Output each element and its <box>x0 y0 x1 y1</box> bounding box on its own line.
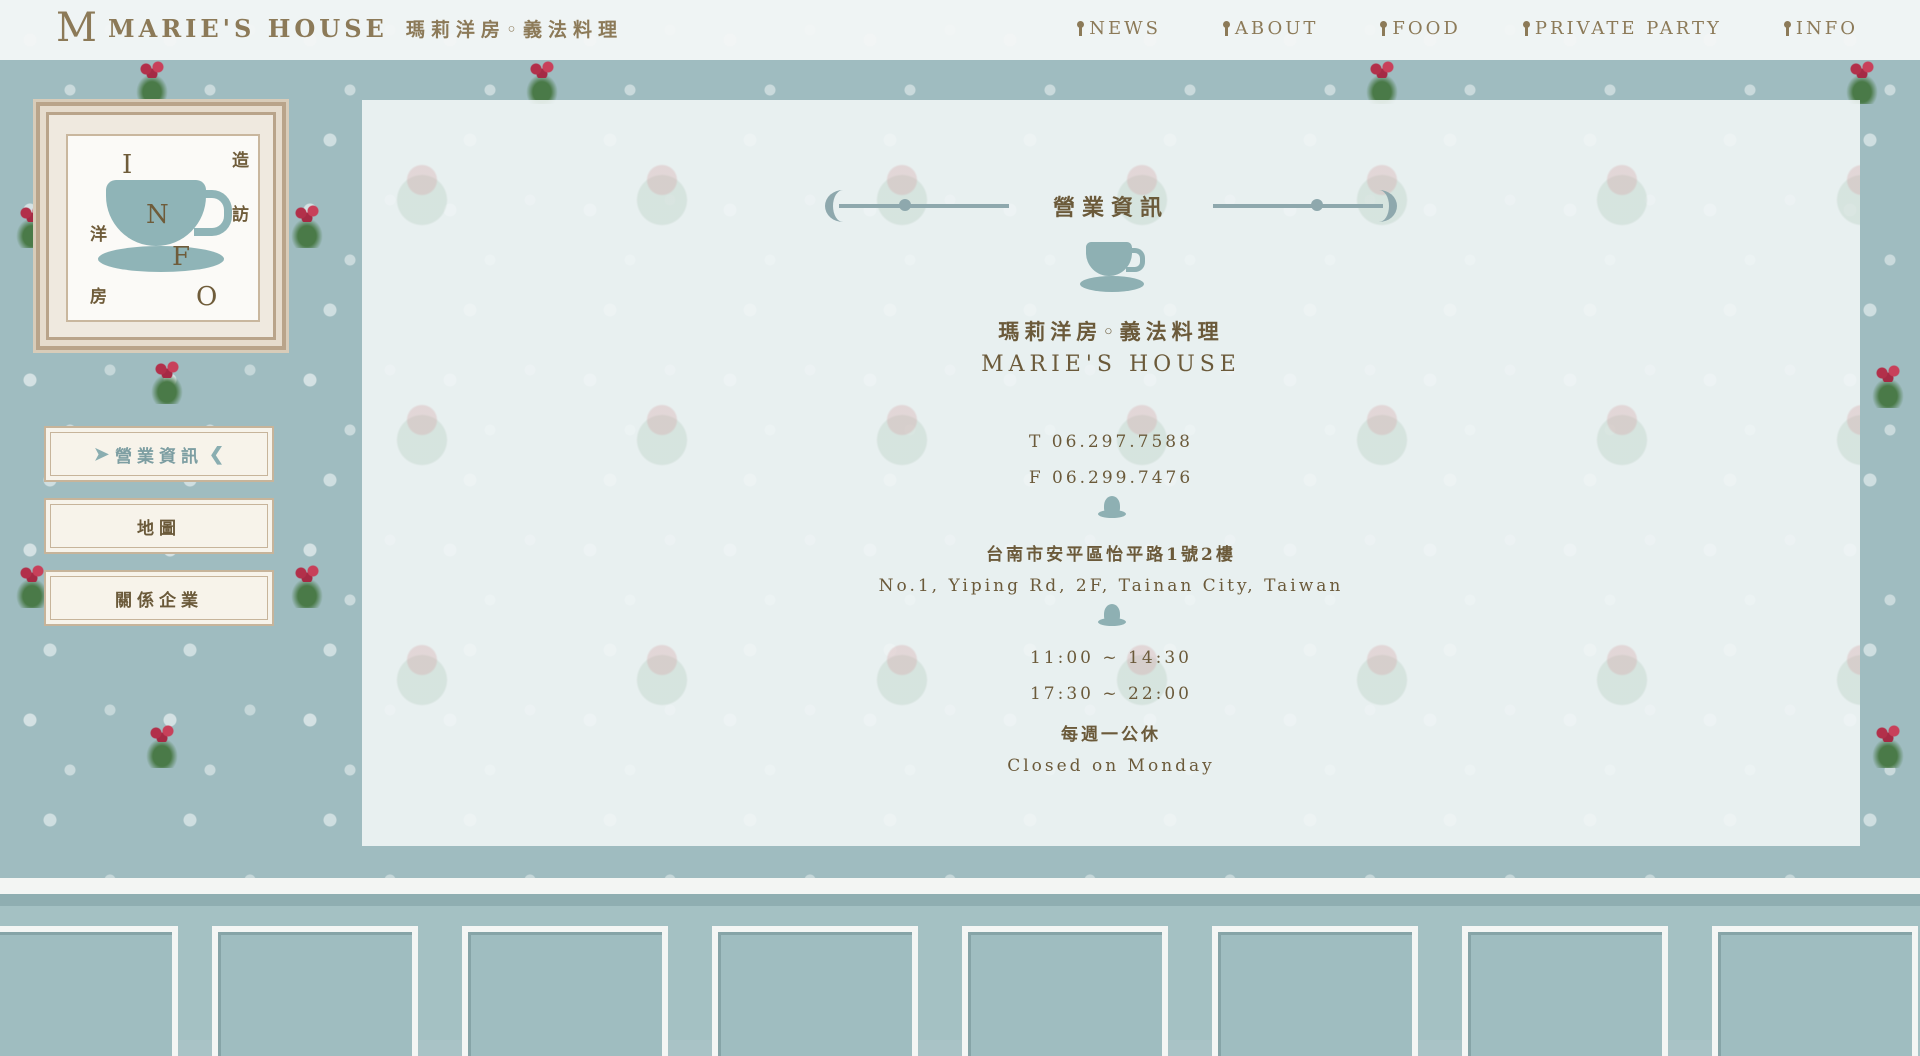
teacup-icon <box>1080 242 1146 300</box>
keyhole-icon <box>1783 20 1791 37</box>
sidebar-business-info-button[interactable]: ➤ 營業資訊 ❮ <box>44 426 274 482</box>
chair-rail-shadow <box>0 894 1920 906</box>
frame-zh-char: 房 <box>90 287 107 307</box>
wainscot-box <box>1212 926 1418 1056</box>
chair-rail <box>0 878 1920 894</box>
lunch-hours: 11:00 ~ 14:30 <box>1029 648 1193 668</box>
nav-label: FOOD <box>1392 18 1461 39</box>
main-nav: NEWS ABOUT FOOD PRIVATE PARTY INFO <box>1015 18 1858 39</box>
right-flourish-icon <box>1213 190 1397 222</box>
logo-mark: M <box>56 5 97 51</box>
nav-about[interactable]: ABOUT <box>1222 18 1319 39</box>
arrow-ornament-icon: ➤ <box>93 443 109 465</box>
fax-number: F 06.299.7476 <box>1028 468 1194 488</box>
wainscot-box <box>462 926 668 1056</box>
wainscot-box <box>1462 926 1668 1056</box>
sidebar-button-label: 關係企業 <box>115 590 203 611</box>
nav-label: INFO <box>1795 18 1858 39</box>
teacup-icon <box>98 180 232 280</box>
wainscot-box <box>1712 926 1918 1056</box>
wainscot-box <box>0 926 178 1056</box>
nav-food[interactable]: FOOD <box>1380 18 1460 39</box>
rose-ornament <box>1866 360 1910 416</box>
address-zh: 台南市安平區怡平路1號2樓 <box>986 545 1236 565</box>
nav-private-party[interactable]: PRIVATE PARTY <box>1522 18 1722 39</box>
dinner-hours: 17:30 ~ 22:00 <box>1029 684 1193 704</box>
nav-news[interactable]: NEWS <box>1077 18 1161 39</box>
frame-letter-o: O <box>196 282 218 312</box>
sidebar-affiliates-button[interactable]: 關係企業 <box>44 570 274 626</box>
keyhole-icon <box>1077 20 1085 37</box>
nav-label: PRIVATE PARTY <box>1534 18 1722 39</box>
frame-letter-i: I <box>122 150 133 180</box>
keyhole-icon <box>1222 20 1230 37</box>
wainscot-box <box>962 926 1168 1056</box>
site-logo[interactable]: M MARIE'S HOUSE 瑪莉洋房◦義法料理 <box>56 8 623 48</box>
rose-ornament <box>145 356 189 412</box>
nav-label: ABOUT <box>1234 18 1319 39</box>
nav-label: NEWS <box>1089 18 1161 39</box>
nav-info[interactable]: INFO <box>1783 18 1858 39</box>
restaurant-name-zh: 瑪莉洋房◦義法料理 <box>998 319 1224 344</box>
sidebar-button-label: 地圖 <box>137 518 181 539</box>
section-title-row: 營業資訊 <box>362 186 1860 226</box>
rose-ornament <box>1866 720 1910 776</box>
info-panel: 營業資訊 瑪莉洋房◦義法料理 MARIE'S HOUSE T 06.297.75… <box>362 100 1860 846</box>
wainscot-box <box>712 926 918 1056</box>
closed-day-zh: 每週一公休 <box>1061 725 1161 745</box>
frame-zh-char: 洋 <box>90 225 107 245</box>
phone-number: T 06.297.7588 <box>1029 432 1193 452</box>
rose-ornament <box>285 200 329 256</box>
leaf-divider-icon <box>1098 604 1126 630</box>
frame-zh-char: 訪 <box>232 205 249 225</box>
brand-name-zh: 瑪莉洋房◦義法料理 <box>405 18 624 41</box>
brand-name-en: MARIE'S HOUSE <box>108 13 388 43</box>
left-flourish-icon <box>824 190 1009 222</box>
info-picture-frame: I N F O 造 訪 洋 房 <box>36 102 286 350</box>
wainscot-box <box>212 926 418 1056</box>
address-en: No.1, Yiping Rd, 2F, Tainan City, Taiwan <box>878 576 1344 596</box>
restaurant-name-en: MARIE'S HOUSE <box>981 352 1241 377</box>
frame-canvas: I N F O 造 訪 洋 房 <box>66 134 260 322</box>
arrow-ornament-icon: ❮ <box>209 443 225 465</box>
leaf-divider-icon <box>1098 496 1126 522</box>
top-header: M MARIE'S HOUSE 瑪莉洋房◦義法料理 NEWS ABOUT FOO… <box>0 0 1920 60</box>
closed-day-en: Closed on Monday <box>1007 756 1215 776</box>
rose-ornament <box>140 720 184 776</box>
frame-zh-char: 造 <box>232 151 249 171</box>
sidebar-button-label: 營業資訊 <box>115 446 203 467</box>
section-title: 營業資訊 <box>1052 195 1169 221</box>
rose-ornament <box>285 560 329 616</box>
keyhole-icon <box>1380 20 1388 37</box>
keyhole-icon <box>1522 20 1530 37</box>
sidebar-map-button[interactable]: 地圖 <box>44 498 274 554</box>
frame-letter-f: F <box>172 242 191 272</box>
frame-letter-n: N <box>146 200 169 230</box>
